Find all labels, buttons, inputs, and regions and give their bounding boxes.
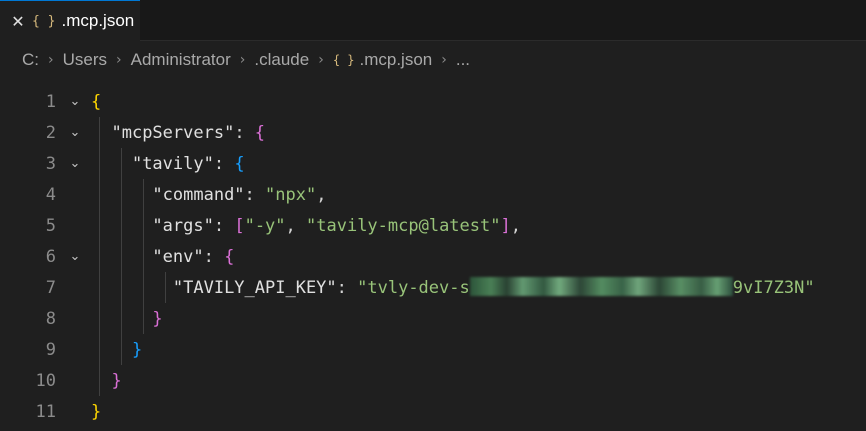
code-line[interactable]: 9 }	[0, 334, 866, 365]
line-number: 9	[45, 339, 56, 360]
json-key: "command"	[152, 184, 245, 205]
line-number: 8	[45, 308, 56, 329]
chevron-right-icon: ›	[48, 52, 54, 68]
line-number: 3	[45, 153, 56, 174]
brace: {	[234, 153, 245, 174]
code-line[interactable]: 2 ⌄ "mcpServers": {	[0, 117, 866, 148]
chevron-right-icon: ›	[318, 52, 324, 68]
json-string: "tvly-dev-s	[357, 277, 470, 298]
chevron-down-icon[interactable]: ⌄	[66, 125, 84, 140]
code-line[interactable]: 1 ⌄ {	[0, 86, 866, 117]
colon: :	[336, 277, 358, 298]
comma: ,	[510, 215, 521, 236]
breadcrumb-item-claude[interactable]: .claude	[254, 50, 309, 70]
line-number: 4	[45, 184, 56, 205]
comma: ,	[316, 184, 327, 205]
code-line[interactable]: 7 "TAVILY_API_KEY": "tvly-dev-s 9vI7Z3N"	[0, 272, 866, 303]
brace: {	[224, 246, 235, 267]
breadcrumb-item-drive[interactable]: C:	[22, 50, 39, 70]
code-line[interactable]: 5 "args": ["-y", "tavily-mcp@latest"],	[0, 210, 866, 241]
tab-label: .mcp.json	[61, 11, 135, 30]
tab-bar: ✕ { } .mcp.json	[0, 0, 866, 41]
line-number: 10	[35, 370, 56, 391]
code-text: }	[91, 402, 101, 422]
tab-mcp-json[interactable]: ✕ { } .mcp.json	[0, 0, 140, 41]
code-text: "mcpServers": {	[91, 123, 265, 143]
code-line[interactable]: 8 }	[0, 303, 866, 334]
chevron-right-icon: ›	[441, 52, 447, 68]
code-text: "env": {	[91, 247, 234, 267]
json-file-icon: { }	[32, 13, 56, 29]
line-number: 5	[45, 215, 56, 236]
breadcrumb: C: › Users › Administrator › .claude › {…	[22, 48, 470, 72]
brace: }	[152, 308, 163, 329]
code-line[interactable]: 6 ⌄ "env": {	[0, 241, 866, 272]
chevron-down-icon[interactable]: ⌄	[66, 94, 84, 109]
redacted-api-key	[469, 277, 733, 296]
json-string: "-y"	[244, 215, 286, 236]
chevron-right-icon: ›	[116, 52, 122, 68]
breadcrumb-item-administrator[interactable]: Administrator	[131, 50, 231, 70]
json-string: 9vI7Z3N"	[732, 277, 815, 298]
brace: }	[131, 339, 143, 360]
code-text: {	[91, 92, 101, 112]
json-key: "TAVILY_API_KEY"	[172, 277, 337, 298]
colon: :	[213, 215, 235, 236]
json-key: "args"	[152, 215, 214, 236]
colon: :	[244, 184, 266, 205]
code-text: }	[91, 308, 163, 329]
line-number: 6	[45, 246, 56, 267]
colon: :	[234, 122, 255, 143]
code-line[interactable]: 3 ⌄ "tavily": {	[0, 148, 866, 179]
json-key: "env"	[152, 246, 204, 267]
json-key: "tavily"	[131, 153, 214, 174]
colon: :	[203, 246, 225, 267]
brace: {	[91, 91, 102, 112]
json-file-icon: { }	[332, 53, 355, 67]
line-number: 7	[45, 277, 56, 298]
line-number: 2	[45, 122, 56, 143]
json-key: "mcpServers"	[111, 122, 235, 143]
bracket: ]	[500, 215, 511, 236]
breadcrumb-item-file[interactable]: .mcp.json	[360, 50, 433, 70]
colon: :	[213, 153, 235, 174]
json-string: "tavily-mcp@latest"	[306, 215, 501, 236]
brace: {	[254, 122, 266, 143]
chevron-right-icon: ›	[239, 52, 246, 68]
line-number: 11	[35, 401, 56, 422]
breadcrumb-more[interactable]: ...	[456, 50, 470, 70]
code-text: "command": "npx",	[91, 185, 326, 205]
breadcrumb-item-users[interactable]: Users	[63, 50, 107, 70]
brace: }	[111, 370, 122, 391]
code-text: }	[91, 370, 122, 391]
line-number: 1	[45, 91, 56, 112]
chevron-down-icon[interactable]: ⌄	[66, 156, 84, 171]
json-string: "npx"	[265, 184, 317, 205]
brace: }	[91, 401, 102, 422]
code-line[interactable]: 10 }	[0, 365, 866, 396]
chevron-down-icon[interactable]: ⌄	[66, 249, 84, 264]
code-line[interactable]: 4 "command": "npx",	[0, 179, 866, 210]
close-icon[interactable]: ✕	[10, 12, 26, 31]
code-text: "tavily": {	[91, 154, 245, 174]
code-text: "args": ["-y", "tavily-mcp@latest"],	[91, 216, 521, 236]
comma: ,	[285, 215, 307, 236]
code-text: "TAVILY_API_KEY": "tvly-dev-s 9vI7Z3N"	[91, 277, 815, 298]
code-text: }	[91, 340, 142, 360]
bracket: [	[234, 215, 245, 236]
code-line[interactable]: 11 }	[0, 396, 866, 427]
